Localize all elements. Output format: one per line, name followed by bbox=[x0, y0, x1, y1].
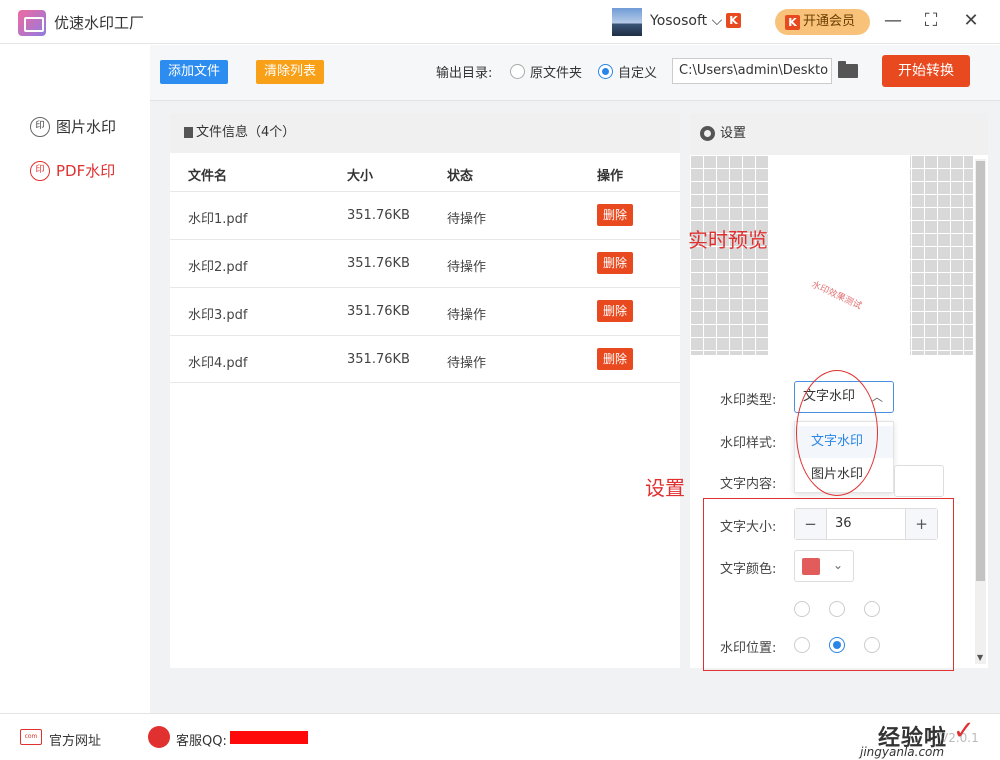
delete-button[interactable]: 删除 bbox=[597, 252, 634, 274]
file-name: 水印4.pdf bbox=[188, 356, 248, 371]
file-status: 待操作 bbox=[447, 356, 487, 371]
close-button[interactable]: ✕ bbox=[958, 8, 984, 34]
column-header-size: 大小 bbox=[347, 169, 374, 184]
file-name: 水印2.pdf bbox=[188, 260, 248, 275]
annotation-settings-box bbox=[703, 498, 954, 671]
vip-icon: K bbox=[785, 15, 800, 30]
table-row: 水印3.pdf 351.76KB 待操作 删除 bbox=[170, 287, 680, 335]
file-size: 351.76KB bbox=[347, 304, 410, 319]
sidebar: 印 图片水印 印 PDF水印 bbox=[0, 45, 150, 713]
file-size: 351.76KB bbox=[347, 352, 410, 367]
settings-title: 设置 bbox=[720, 126, 747, 141]
file-list-panel: 文件信息（4个） 文件名 大小 状态 操作 水印1.pdf 351.76KB 待… bbox=[170, 113, 680, 668]
document-icon bbox=[184, 127, 193, 138]
scroll-down-icon[interactable]: ▼ bbox=[977, 653, 983, 662]
vip-button[interactable]: K 开通会员 bbox=[775, 9, 870, 35]
check-icon: ✓ bbox=[953, 716, 975, 746]
file-name: 水印1.pdf bbox=[188, 212, 248, 227]
option-custom-label: 自定义 bbox=[618, 66, 658, 81]
column-header-name: 文件名 bbox=[188, 169, 228, 184]
file-status: 待操作 bbox=[447, 308, 487, 323]
app-title: 优速水印工厂 bbox=[54, 14, 145, 32]
file-list-header: 文件信息（4个） bbox=[170, 113, 680, 153]
column-header-action: 操作 bbox=[597, 169, 624, 184]
file-list-title: 文件信息（4个） bbox=[196, 125, 296, 140]
annotation-preview-label: 实时预览 bbox=[688, 228, 768, 252]
sidebar-item-label: PDF水印 bbox=[56, 162, 116, 180]
footer: com 官方网址 客服QQ: V2.0.1 经验啦 ✓ jingyanla.co… bbox=[0, 713, 1000, 760]
table-row: 水印1.pdf 351.76KB 待操作 删除 bbox=[170, 191, 680, 239]
user-avatar[interactable] bbox=[612, 8, 642, 36]
vip-status-icon: K bbox=[726, 13, 741, 28]
start-convert-button[interactable]: 开始转换 bbox=[882, 55, 970, 87]
output-path-input[interactable]: C:\Users\admin\Deskto bbox=[672, 58, 832, 84]
title-bar: 优速水印工厂 Yososoft ⌵ K K 开通会员 — ⛶ ✕ bbox=[0, 0, 1000, 44]
sidebar-item-pdf-watermark[interactable]: 印 PDF水印 bbox=[30, 159, 115, 183]
file-size: 351.76KB bbox=[347, 256, 410, 271]
option-original-label: 原文件夹 bbox=[530, 66, 583, 81]
file-name: 水印3.pdf bbox=[188, 308, 248, 323]
column-header-status: 状态 bbox=[447, 169, 474, 184]
clear-list-button[interactable]: 清除列表 bbox=[256, 60, 325, 84]
maximize-button[interactable]: ⛶ bbox=[918, 8, 944, 34]
watermark-icon: 印 bbox=[30, 117, 50, 137]
output-dir-label: 输出目录: bbox=[436, 66, 493, 81]
app-logo-icon bbox=[18, 10, 46, 36]
chevron-down-icon: ⌵ bbox=[711, 13, 723, 29]
website-icon: com bbox=[20, 729, 42, 745]
settings-scrollbar[interactable]: ▼ bbox=[975, 159, 986, 664]
file-status: 待操作 bbox=[447, 212, 487, 227]
support-icon bbox=[148, 726, 170, 748]
table-row: 水印4.pdf 351.76KB 待操作 删除 bbox=[170, 335, 680, 383]
folder-icon[interactable] bbox=[838, 61, 858, 78]
official-website-link[interactable]: 官方网址 bbox=[49, 730, 101, 749]
add-file-button[interactable]: 添加文件 bbox=[160, 60, 229, 84]
support-qq-label: 客服QQ: bbox=[176, 734, 227, 749]
table-row: 水印2.pdf 351.76KB 待操作 删除 bbox=[170, 239, 680, 287]
delete-button[interactable]: 删除 bbox=[597, 204, 634, 226]
content-label: 文字内容: bbox=[720, 477, 777, 492]
minimize-button[interactable]: — bbox=[880, 8, 906, 34]
site-watermark-url: jingyanla.com bbox=[860, 745, 945, 759]
file-size: 351.76KB bbox=[347, 208, 410, 223]
gear-icon bbox=[700, 126, 715, 141]
radio-original-folder[interactable] bbox=[510, 64, 525, 79]
annotation-dropdown-circle bbox=[796, 370, 878, 496]
user-name[interactable]: Yososoft ⌵ bbox=[650, 13, 722, 29]
delete-button[interactable]: 删除 bbox=[597, 348, 634, 370]
sidebar-item-label: 图片水印 bbox=[56, 118, 117, 136]
scroll-thumb[interactable] bbox=[976, 161, 985, 581]
text-content-input[interactable] bbox=[894, 465, 944, 497]
style-label: 水印样式: bbox=[720, 436, 777, 451]
type-label: 水印类型: bbox=[720, 393, 777, 408]
sidebar-item-image-watermark[interactable]: 印 图片水印 bbox=[30, 115, 116, 139]
delete-button[interactable]: 删除 bbox=[597, 300, 634, 322]
preview-page bbox=[768, 155, 910, 355]
live-preview: 水印效果测试 bbox=[690, 155, 973, 355]
redacted-qq-number bbox=[230, 731, 308, 744]
annotation-settings-label: 设置 bbox=[645, 476, 685, 500]
watermark-icon: 印 bbox=[30, 161, 50, 181]
file-status: 待操作 bbox=[447, 260, 487, 275]
toolbar: 添加文件 清除列表 输出目录: 原文件夹 自定义 C:\Users\admin\… bbox=[150, 45, 1000, 101]
radio-custom-folder[interactable] bbox=[598, 64, 613, 79]
settings-header: 设置 bbox=[690, 113, 988, 155]
vip-button-label: 开通会员 bbox=[803, 14, 856, 29]
